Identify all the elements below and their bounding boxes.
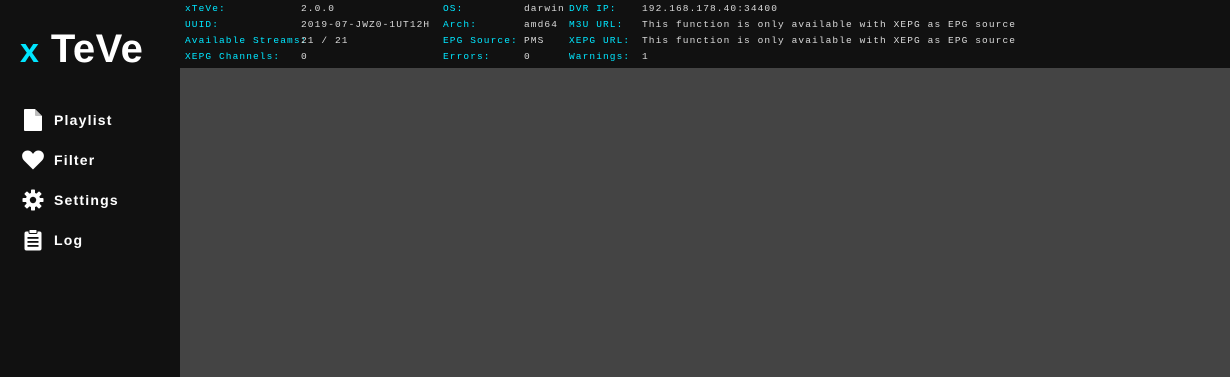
errors-value: 0 xyxy=(524,51,531,62)
logo: x TeVe xyxy=(20,27,143,71)
dvr-ip-label: DVR IP: xyxy=(569,3,617,14)
available-streams-label: Available Streams: xyxy=(185,35,308,46)
gear-icon xyxy=(22,189,44,211)
arch-value: amd64 xyxy=(524,19,559,30)
clipboard-icon xyxy=(22,229,44,251)
sidebar-nav: Playlist Filter Settings Log xyxy=(0,100,180,260)
epg-source-value: PMS xyxy=(524,35,545,46)
dvr-ip-value: 192.168.178.40:34400 xyxy=(642,3,779,14)
available-streams-value: 21 / 21 xyxy=(301,35,349,46)
os-value: darwin xyxy=(524,3,565,14)
sidebar-item-label: Settings xyxy=(54,192,119,208)
sidebar-item-label: Playlist xyxy=(54,112,113,128)
sidebar-item-label: Log xyxy=(54,232,84,248)
warnings-label: Warnings: xyxy=(569,51,631,62)
m3u-url-value: This function is only available with XEP… xyxy=(642,19,1017,30)
xepg-url-value: This function is only available with XEP… xyxy=(642,35,1017,46)
warnings-value: 1 xyxy=(642,51,649,62)
sidebar-item-settings[interactable]: Settings xyxy=(0,180,180,220)
xteve-version-label: xTeVe: xyxy=(185,3,226,14)
errors-label: Errors: xyxy=(443,51,491,62)
logo-mark: x xyxy=(20,32,39,70)
uuid-label: UUID: xyxy=(185,19,220,30)
xepg-channels-value: 0 xyxy=(301,51,308,62)
sidebar-item-log[interactable]: Log xyxy=(0,220,180,260)
arch-label: Arch: xyxy=(443,19,478,30)
xepg-url-label: XEPG URL: xyxy=(569,35,631,46)
xepg-channels-label: XEPG Channels: xyxy=(185,51,281,62)
uuid-value: 2019-07-JWZ0-1UT12H xyxy=(301,19,431,30)
os-label: OS: xyxy=(443,3,464,14)
sidebar-item-filter[interactable]: Filter xyxy=(0,140,180,180)
sidebar: x TeVe Playlist Filter Settings Log xyxy=(0,0,180,377)
heart-icon xyxy=(22,149,44,171)
sidebar-item-playlist[interactable]: Playlist xyxy=(0,100,180,140)
epg-source-label: EPG Source: xyxy=(443,35,518,46)
status-info-panel: xTeVe: 2.0.0 UUID: 2019-07-JWZ0-1UT12H A… xyxy=(180,0,1230,68)
xteve-version-value: 2.0.0 xyxy=(301,3,336,14)
logo-name: TeVe xyxy=(50,27,144,71)
sidebar-item-label: Filter xyxy=(54,152,96,168)
main-content-area xyxy=(180,68,1230,377)
app-window: x TeVe Playlist Filter Settings Log xTeV… xyxy=(0,0,1230,377)
file-icon xyxy=(22,109,44,131)
m3u-url-label: M3U URL: xyxy=(569,19,624,30)
